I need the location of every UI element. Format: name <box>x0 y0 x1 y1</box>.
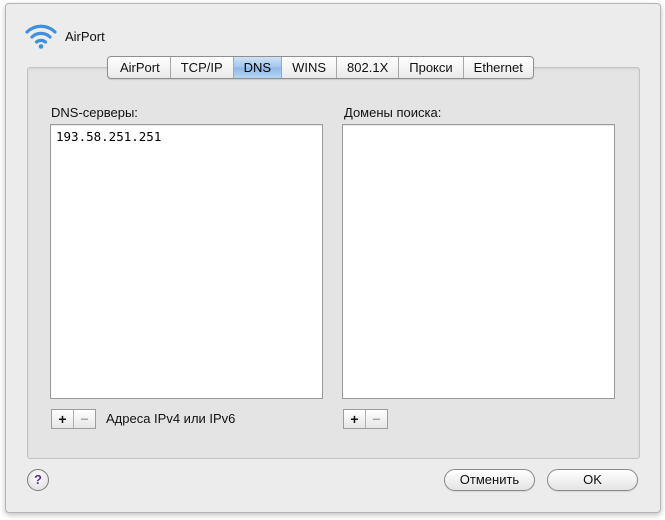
remove-dns-server-button[interactable]: − <box>73 410 95 428</box>
search-domains-label: Домены поиска: <box>344 105 442 120</box>
search-domains-list[interactable] <box>342 124 615 399</box>
add-dns-server-button[interactable]: + <box>52 410 73 428</box>
wifi-icon <box>25 24 57 49</box>
search-domains-plus-minus: + − <box>343 409 388 429</box>
window-title: AirPort <box>65 28 105 44</box>
tab-proxy[interactable]: Прокси <box>398 57 462 78</box>
tab-8021x[interactable]: 802.1X <box>336 57 398 78</box>
tab-wins[interactable]: WINS <box>281 57 336 78</box>
tab-ethernet[interactable]: Ethernet <box>462 57 533 78</box>
tab-airport[interactable]: AirPort <box>108 57 170 78</box>
header: AirPort <box>25 22 105 50</box>
address-hint: Адреса IPv4 или IPv6 <box>106 411 236 426</box>
list-item[interactable]: 193.58.251.251 <box>51 125 322 144</box>
dns-servers-label: DNS-серверы: <box>51 105 138 120</box>
dns-servers-list[interactable]: 193.58.251.251 <box>50 124 323 399</box>
tab-tcpip[interactable]: TCP/IP <box>169 57 233 78</box>
tab-dns[interactable]: DNS <box>232 57 282 78</box>
add-search-domain-button[interactable]: + <box>344 410 365 428</box>
help-icon[interactable]: ? <box>27 469 49 491</box>
cancel-button[interactable]: Отменить <box>444 469 535 491</box>
ok-button[interactable]: OK <box>547 469 638 491</box>
tab-bar: AirPort TCP/IP DNS WINS 802.1X Прокси Et… <box>107 56 534 79</box>
remove-search-domain-button[interactable]: − <box>365 410 387 428</box>
dns-servers-plus-minus: + − <box>51 409 96 429</box>
